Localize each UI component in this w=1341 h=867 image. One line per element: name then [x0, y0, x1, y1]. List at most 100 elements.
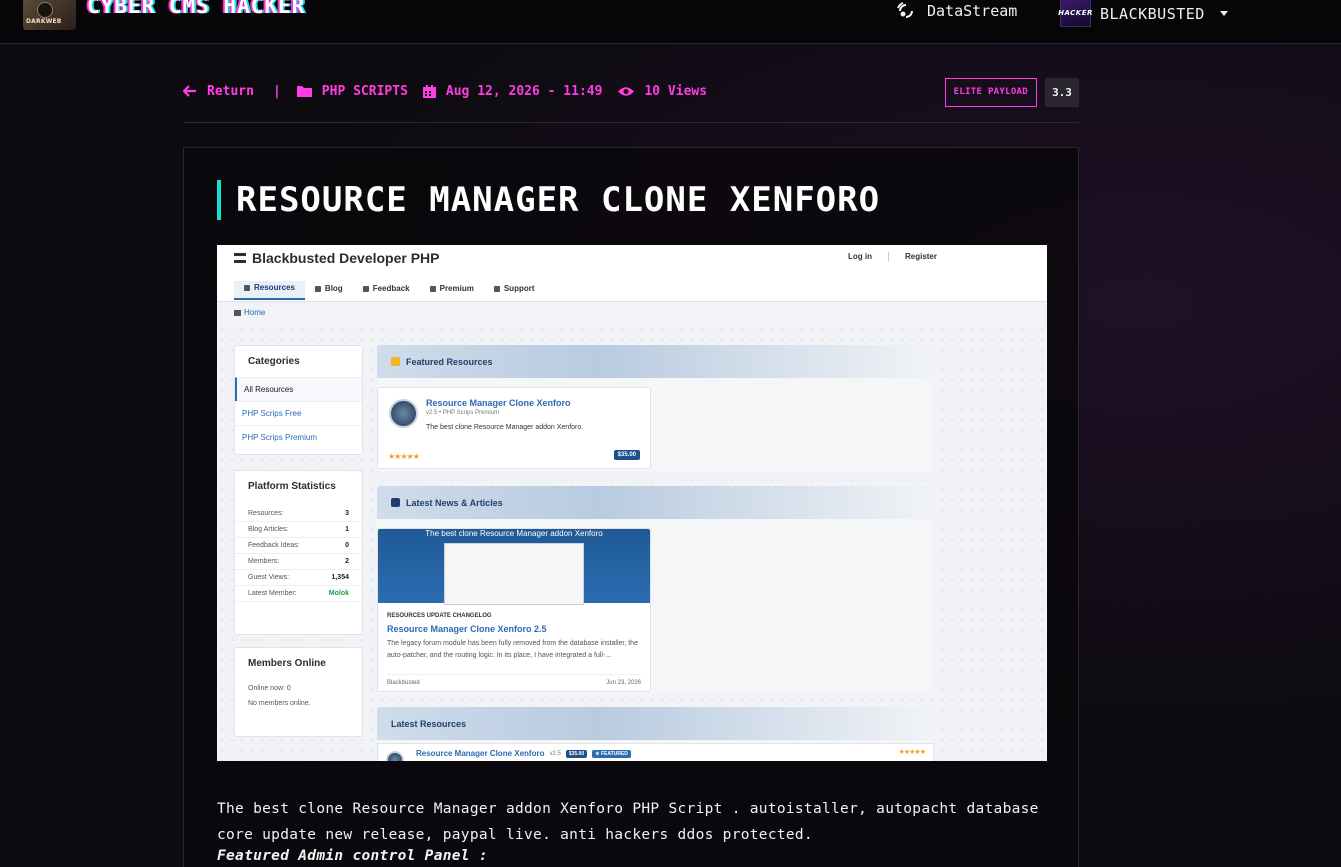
preview-price-tag: $35.00	[613, 450, 640, 460]
preview-latest-head: Latest Resources	[377, 707, 934, 740]
preview-featured-panel: Featured Resources Resource Manager Clon…	[377, 345, 934, 471]
top-navbar: DARKWEB CYBER CMS HACKER DataStream HACK…	[0, 0, 1341, 44]
preview-stat-row: Resources: 3	[235, 506, 362, 522]
preview-latest-title: Resource Manager Clone Xenforo v2.5 $35.…	[416, 749, 631, 758]
version-badge: 3.3	[1045, 77, 1079, 107]
logo-text: DARKWEB	[26, 18, 62, 25]
preview-news-title: Resource Manager Clone Xenforo 2.5	[387, 624, 547, 634]
preview-nav-resources: Resources	[234, 281, 305, 300]
preview-stat-row: Members: 2	[235, 554, 362, 570]
preview-featured-desc: The best clone Resource Manager addon Xe…	[426, 424, 584, 431]
preview-news-mini-screenshot	[444, 543, 584, 605]
return-link[interactable]: Return	[183, 84, 254, 99]
preview-register: Register	[904, 252, 937, 261]
preview-members-title: Members Online	[248, 658, 326, 669]
return-label: Return	[207, 83, 254, 99]
preview-latest-stars: ★★★★★	[898, 749, 926, 756]
avatar: HACKER	[1058, 0, 1092, 27]
preview-stat-row: Guest Views: 1,354	[235, 570, 362, 586]
preview-body: Categories All Resources PHP Scrips Free…	[217, 325, 1047, 761]
meta-divider	[183, 122, 1079, 123]
preview-nav-blog: Blog	[305, 281, 353, 300]
preview-category-item: PHP Scrips Free	[235, 401, 362, 425]
views-label: 10 Views	[644, 83, 708, 99]
caret-down-icon	[1219, 11, 1228, 16]
preview-news-caption: The best clone Resource Manager addon Xe…	[425, 529, 603, 538]
arrow-left-icon	[183, 85, 196, 97]
post-preview-image[interactable]: Blackbusted Developer PHP Log in Registe…	[217, 245, 1047, 761]
site-title[interactable]: CYBER CMS HACKER	[87, 0, 305, 18]
elite-payload-badge: ELITE PAYLOAD	[944, 77, 1037, 107]
preview-news-head: Latest News & Articles	[377, 486, 934, 519]
preview-categories: Categories All Resources PHP Scrips Free…	[234, 345, 363, 455]
datastream-link[interactable]: DataStream	[897, 0, 1017, 22]
calendar-icon	[422, 84, 436, 98]
folder-icon	[296, 86, 312, 97]
broadcast-icon	[897, 2, 913, 18]
preview-featured-meta: v2.5 • PHP Scrips Premium	[426, 410, 500, 416]
preview-featured-title: Resource Manager Clone Xenforo	[426, 398, 571, 408]
preview-stat-row: Blog Articles: 1	[235, 522, 362, 538]
preview-latest-row: Resource Manager Clone Xenforo v2.5 $35.…	[377, 743, 934, 761]
preview-online-now: Online now: 0	[248, 685, 291, 692]
date-label: Aug 12, 2026 - 11:49	[445, 83, 603, 99]
meta-separator: |	[272, 83, 281, 99]
home-icon	[234, 309, 241, 316]
preview-news-footer: Blackbusted Jun 23, 2026	[387, 674, 641, 686]
preview-news-desc: The legacy forum module has been fully r…	[387, 640, 638, 659]
user-menu[interactable]: HACKER BLACKBUSTED	[1058, 0, 1228, 27]
resource-icon	[389, 399, 418, 428]
preview-categories-title: Categories	[248, 356, 300, 367]
preview-auth: Log in Register	[848, 252, 937, 262]
preview-news-panel: Latest News & Articles The best clone Re…	[377, 486, 934, 694]
layers-icon	[234, 253, 246, 263]
preview-category-item: PHP Scrips Premium	[235, 425, 362, 449]
preview-nav-premium: Premium	[420, 281, 484, 300]
preview-login: Log in	[847, 252, 872, 261]
preview-news-label: RESOURCES UPDATE CHANGELOG	[387, 613, 492, 619]
preview-featured-card: Resource Manager Clone Xenforo v2.5 • PH…	[377, 387, 651, 469]
preview-stat-row: Latest Member: Molok	[235, 586, 362, 602]
preview-news-card: The best clone Resource Manager addon Xe…	[377, 528, 651, 692]
category-link[interactable]: PHP SCRIPTS	[296, 83, 408, 99]
preview-news-image: The best clone Resource Manager addon Xe…	[378, 529, 650, 605]
post-meta-row: Return | PHP SCRIPTS Aug 12, 2026 - 11:4…	[183, 77, 1079, 107]
preview-category-item: All Resources	[235, 377, 362, 401]
preview-members: Members Online Online now: 0 No members …	[234, 647, 363, 737]
preview-rating-stars: ★★★★★	[388, 452, 420, 461]
blog-icon	[314, 285, 321, 292]
site-logo[interactable]: DARKWEB	[23, 0, 76, 30]
preview-nav: Resources Blog Feedback Premium Support	[234, 281, 545, 300]
datastream-label: DataStream	[927, 2, 1018, 20]
lifebuoy-icon	[493, 285, 500, 292]
page-title: RESOURCE MANAGER CLONE XENFORO	[236, 180, 881, 220]
star-icon	[391, 357, 400, 366]
download-icon	[244, 284, 250, 291]
preview-brand-label: Blackbusted Developer PHP	[252, 250, 440, 266]
preview-news-date: Jun 23, 2026	[606, 680, 641, 686]
diamond-icon	[429, 285, 436, 292]
eye-icon	[618, 86, 635, 96]
category-label: PHP SCRIPTS	[321, 83, 408, 99]
username: BLACKBUSTED	[1100, 4, 1205, 23]
preview-stats: Platform Statistics Resources: 3 Blog Art…	[234, 470, 363, 635]
preview-nav-support: Support	[484, 281, 545, 300]
post-title-block: RESOURCE MANAGER CLONE XENFORO	[217, 180, 880, 220]
preview-no-members: No members online.	[248, 700, 311, 707]
post-description: The best clone Resource Manager addon Xe…	[217, 801, 1039, 843]
featured-admin-heading: Featured Admin control Panel :	[217, 848, 488, 864]
preview-stat-row: Feedback Ideas: 0	[235, 538, 362, 554]
post-date: Aug 12, 2026 - 11:49	[422, 83, 603, 99]
preview-featured-head: Featured Resources	[377, 345, 934, 378]
bulb-icon	[362, 285, 369, 292]
resource-icon	[386, 751, 404, 761]
preview-latest-panel: Latest Resources Resource Manager Clone …	[377, 707, 934, 761]
preview-stats-title: Platform Statistics	[248, 481, 336, 492]
preview-breadcrumb: Home	[234, 308, 265, 317]
preview-header: Blackbusted Developer PHP Log in Registe…	[217, 245, 1047, 302]
logo-figure-icon	[37, 2, 53, 18]
post-card: RESOURCE MANAGER CLONE XENFORO Blackbust…	[183, 147, 1079, 867]
preview-brand: Blackbusted Developer PHP	[234, 250, 440, 266]
preview-news-author: Blackbusted	[387, 680, 420, 686]
preview-nav-feedback: Feedback	[353, 281, 420, 300]
